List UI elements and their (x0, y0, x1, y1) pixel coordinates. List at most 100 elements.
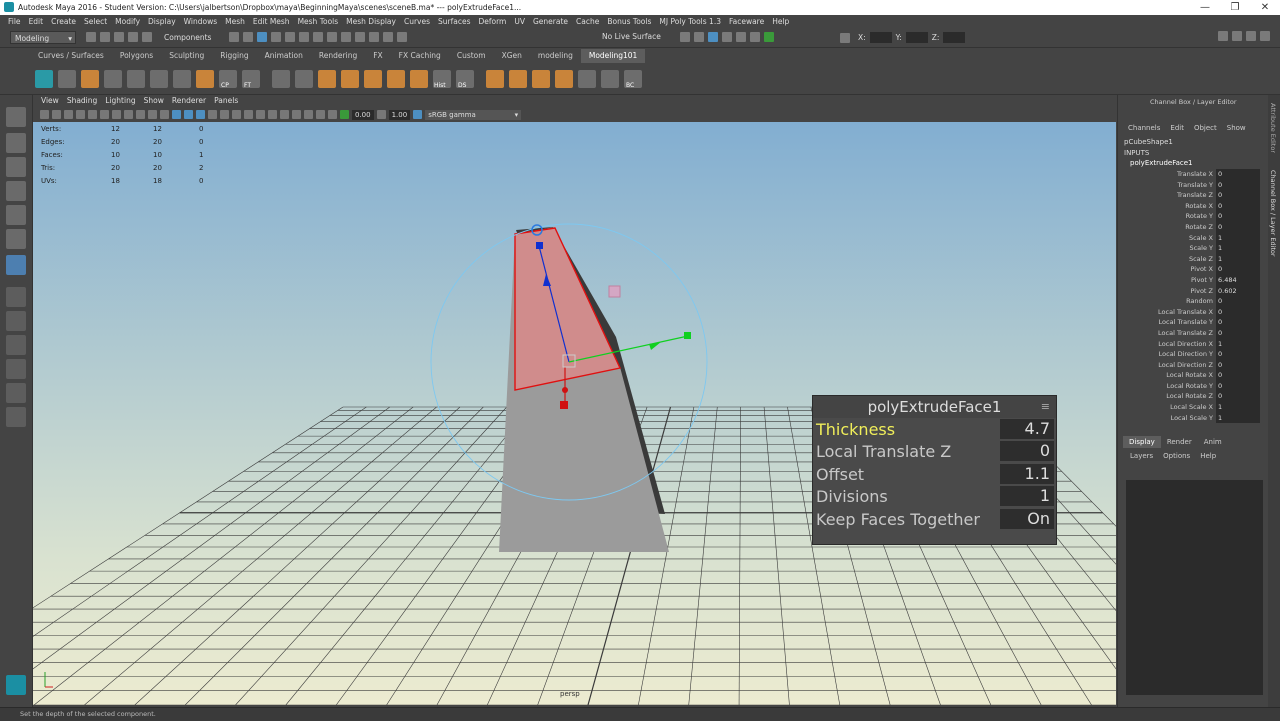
attr-value[interactable]: 0 (1216, 306, 1260, 318)
snap-point-icon[interactable] (313, 32, 324, 42)
menu-mesh-tools[interactable]: Mesh Tools (298, 15, 339, 29)
editor-row-offset[interactable]: Offset 1.1 (813, 463, 1056, 486)
menu-surfaces[interactable]: Surfaces (438, 15, 470, 29)
cb-menu-object[interactable]: Object (1194, 124, 1217, 132)
snap-grid-icon[interactable] (285, 32, 296, 42)
snap-curve-icon[interactable] (299, 32, 310, 42)
render-view-icon[interactable] (680, 32, 690, 42)
attr-row[interactable]: Local Direction X1 (1118, 338, 1260, 350)
four-view-layout-icon[interactable] (6, 311, 26, 331)
persp-graph-layout-icon[interactable] (6, 359, 26, 379)
menu-deform[interactable]: Deform (478, 15, 506, 29)
mode-dropdown[interactable]: Modeling ▾ (10, 31, 76, 44)
attr-row[interactable]: Scale Z1 (1118, 253, 1260, 265)
single-view-layout-icon[interactable] (6, 287, 26, 307)
menu-display[interactable]: Display (148, 15, 176, 29)
shelf-tab-fx[interactable]: FX (365, 49, 390, 63)
editor-value-field[interactable]: 1 (1000, 486, 1054, 506)
extrude-icon[interactable] (318, 70, 336, 88)
viewport-menu-shading[interactable]: Shading (67, 95, 97, 107)
smooth-icon[interactable] (410, 70, 428, 88)
layer-menu-options[interactable]: Options (1163, 452, 1190, 460)
camera-select-icon[interactable] (40, 110, 49, 119)
grid-icon[interactable] (127, 70, 145, 88)
attr-value[interactable]: 0 (1216, 327, 1260, 339)
numeric-input-icon[interactable] (840, 32, 850, 43)
editor-row-keep-faces-together[interactable]: Keep Faces Together On (813, 508, 1056, 531)
attr-value[interactable]: 1 (1216, 232, 1260, 244)
shape-node-name[interactable]: pCubeShape1 (1124, 138, 1173, 146)
merge-icon[interactable] (150, 70, 168, 88)
gate-mask-icon[interactable] (124, 110, 133, 119)
layer-tab-render[interactable]: Render (1161, 436, 1198, 448)
attr-value[interactable]: 0 (1216, 211, 1260, 222)
color-management-icon[interactable] (413, 110, 423, 119)
attr-value[interactable]: 1 (1216, 243, 1260, 254)
modeling-toolkit-icon[interactable] (1218, 31, 1228, 41)
menu-mesh-display[interactable]: Mesh Display (346, 15, 396, 29)
menu-modify[interactable]: Modify (115, 15, 140, 29)
freeze-transform-button[interactable]: FT (242, 70, 260, 89)
ipr-render-icon[interactable] (708, 32, 718, 42)
attr-row[interactable]: Local Rotate Z0 (1118, 391, 1260, 403)
fill-hole-icon[interactable] (173, 70, 191, 88)
move-tool-icon[interactable] (6, 181, 26, 201)
shelf-tab-modeling101[interactable]: Modeling101 (580, 49, 646, 63)
attr-value[interactable]: 6.484 (1216, 274, 1260, 286)
wireframe-on-shaded-icon[interactable] (196, 110, 205, 119)
select-tool-icon[interactable] (6, 107, 26, 127)
field-chart-icon[interactable] (136, 110, 145, 119)
new-scene-icon[interactable] (86, 32, 96, 42)
image-plane-icon[interactable] (76, 110, 85, 119)
close-button[interactable]: ✕ (1250, 0, 1280, 15)
attr-value[interactable]: 0 (1216, 317, 1260, 328)
attr-row[interactable]: Rotate Y0 (1118, 211, 1260, 222)
history-icon[interactable] (355, 32, 366, 42)
bookmark-icon[interactable] (64, 110, 73, 119)
components-label[interactable]: Components (164, 33, 211, 42)
exposure-field[interactable]: 0.00 (352, 109, 374, 120)
channel-box-icon[interactable] (1260, 31, 1270, 41)
shelf-tab-xgen[interactable]: XGen (494, 49, 530, 63)
shelf-tab-sculpting[interactable]: Sculpting (161, 49, 212, 63)
cb-menu-show[interactable]: Show (1227, 124, 1246, 132)
menu-curves[interactable]: Curves (404, 15, 430, 29)
shadows-icon[interactable] (232, 110, 241, 119)
input-toggle-icon[interactable] (764, 32, 774, 42)
open-scene-icon[interactable] (100, 32, 110, 42)
x-field[interactable] (869, 32, 892, 43)
combine-icon[interactable] (364, 70, 382, 88)
construction-icon[interactable] (369, 32, 380, 42)
attr-row[interactable]: Translate Y0 (1118, 179, 1260, 191)
render-settings-icon[interactable] (722, 32, 732, 42)
tool-settings-icon[interactable] (1246, 31, 1256, 41)
menu-uv[interactable]: UV (514, 15, 525, 29)
attr-row[interactable]: Local Rotate Y0 (1118, 380, 1260, 392)
menu-mj-poly-tools[interactable]: MJ Poly Tools 1.3 (659, 15, 721, 29)
attr-row[interactable]: Random 0 (1118, 296, 1260, 307)
scale-tool-icon[interactable] (6, 229, 26, 249)
viewport-menu-renderer[interactable]: Renderer (172, 95, 206, 107)
input-node-name[interactable]: polyExtrudeFace1 (1130, 159, 1192, 167)
select-hierarchy-icon[interactable] (229, 32, 240, 42)
shelf-tab-modeling[interactable]: modeling (530, 49, 581, 63)
attr-row[interactable]: Scale X1 (1118, 232, 1260, 244)
live-surface-label[interactable]: No Live Surface (602, 32, 661, 41)
attr-value[interactable]: 0 (1216, 190, 1260, 201)
extrude-manipulator-icon[interactable] (6, 255, 26, 275)
attr-value[interactable]: 0 (1216, 179, 1260, 191)
cb-menu-channels[interactable]: Channels (1128, 124, 1160, 132)
persp-hypershade-layout-icon[interactable] (6, 383, 26, 403)
attr-value[interactable]: 0 (1216, 370, 1260, 381)
attr-value[interactable]: 0 (1216, 264, 1260, 275)
viewport-menu-panels[interactable]: Panels (214, 95, 238, 107)
layer-tab-anim[interactable]: Anim (1198, 436, 1228, 448)
ambient-occlusion-icon[interactable] (244, 110, 253, 119)
motion-blur-icon[interactable] (256, 110, 265, 119)
depth-of-field-icon[interactable] (280, 110, 289, 119)
safe-title-icon[interactable] (160, 110, 169, 119)
lasso-tool-icon[interactable] (6, 133, 26, 153)
shelf-tab-curves-surfaces[interactable]: Curves / Surfaces (30, 49, 112, 63)
attr-value[interactable]: 0 (1216, 221, 1260, 233)
resolution-gate-icon[interactable] (112, 110, 121, 119)
